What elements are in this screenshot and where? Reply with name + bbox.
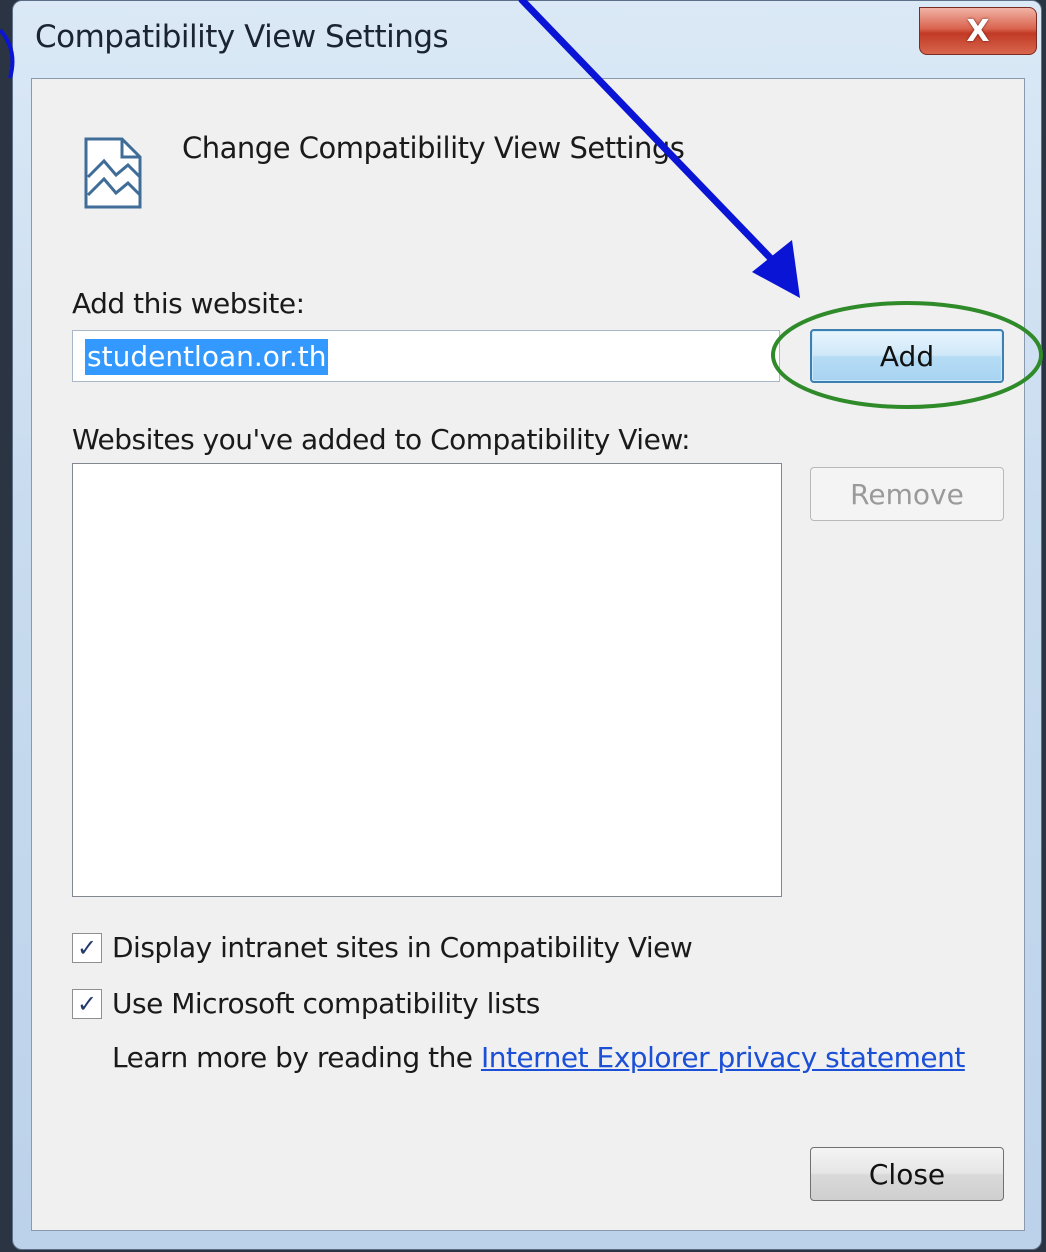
window-close-button[interactable]: X (919, 7, 1037, 55)
checkmark-icon: ✓ (76, 934, 98, 962)
add-website-label: Add this website: (72, 287, 305, 320)
dialog-heading: Change Compatibility View Settings (182, 131, 685, 165)
added-websites-label: Websites you've added to Compatibility V… (72, 423, 691, 456)
ms-lists-checkbox[interactable]: ✓ (72, 989, 102, 1019)
dialog-window: Compatibility View Settings X Change Com… (12, 0, 1042, 1250)
close-button[interactable]: Close (810, 1147, 1004, 1201)
checkmark-icon: ✓ (76, 990, 98, 1018)
window-title: Compatibility View Settings (35, 19, 449, 55)
intranet-checkbox[interactable]: ✓ (72, 933, 102, 963)
add-button[interactable]: Add (810, 329, 1004, 383)
website-url-input[interactable]: studentloan.or.th (72, 330, 780, 382)
compatibility-page-icon (84, 137, 142, 209)
intranet-checkbox-label[interactable]: Display intranet sites in Compatibility … (112, 931, 693, 964)
added-websites-list[interactable] (72, 463, 782, 897)
selected-url-text: studentloan.or.th (85, 339, 329, 375)
privacy-line: Learn more by reading the Internet Explo… (112, 1041, 965, 1074)
remove-button[interactable]: Remove (810, 467, 1004, 521)
ms-lists-checkbox-label[interactable]: Use Microsoft compatibility lists (112, 987, 540, 1020)
close-icon: X (966, 13, 990, 49)
privacy-prefix-text: Learn more by reading the (112, 1041, 473, 1074)
dialog-client-area: Change Compatibility View Settings Add t… (31, 78, 1025, 1231)
privacy-statement-link[interactable]: Internet Explorer privacy statement (481, 1041, 965, 1074)
annotation-arrow-edge (0, 28, 15, 79)
